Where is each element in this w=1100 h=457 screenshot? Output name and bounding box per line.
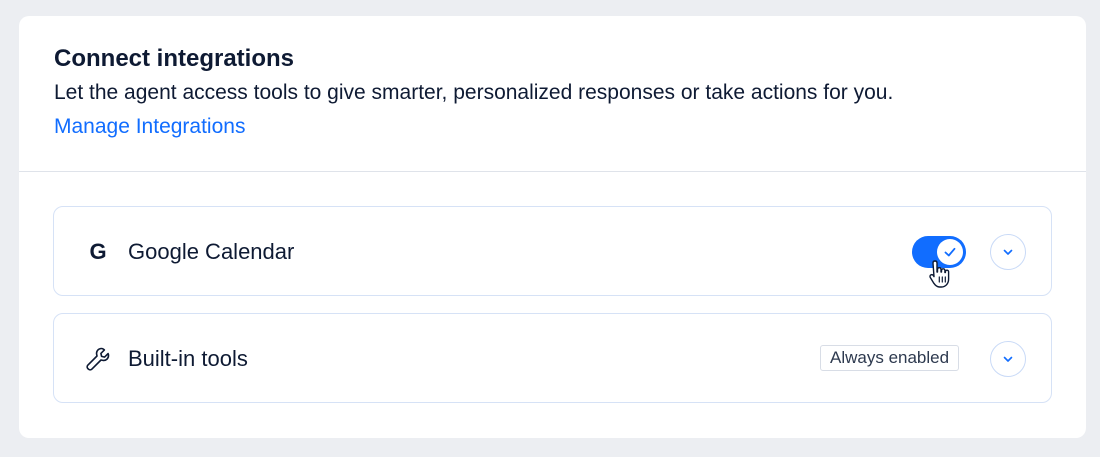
expand-button-built-in-tools[interactable] (990, 341, 1026, 377)
integration-row-google-calendar: G Google Calendar (53, 206, 1052, 296)
integration-label: Built-in tools (128, 346, 248, 371)
chevron-down-icon (1003, 356, 1013, 362)
integration-label: Google Calendar (128, 239, 295, 264)
integrations-card: Connect integrations Let the agent acces… (19, 16, 1086, 438)
toggle-knob (937, 239, 963, 265)
chevron-down-icon (1003, 249, 1013, 255)
manage-integrations-link[interactable]: Manage Integrations (54, 112, 245, 142)
check-icon (944, 247, 956, 257)
page-description: Let the agent access tools to give smart… (54, 81, 894, 104)
wrench-icon (84, 345, 112, 373)
google-icon: G (89, 239, 107, 264)
integration-row-built-in-tools: Built-in tools Always enabled (53, 313, 1052, 403)
google-calendar-toggle[interactable] (912, 236, 966, 268)
card-header: Connect integrations Let the agent acces… (19, 16, 1086, 172)
expand-button-google-calendar[interactable] (990, 234, 1026, 270)
page-title: Connect integrations (54, 45, 295, 72)
always-enabled-badge: Always enabled (820, 345, 960, 371)
